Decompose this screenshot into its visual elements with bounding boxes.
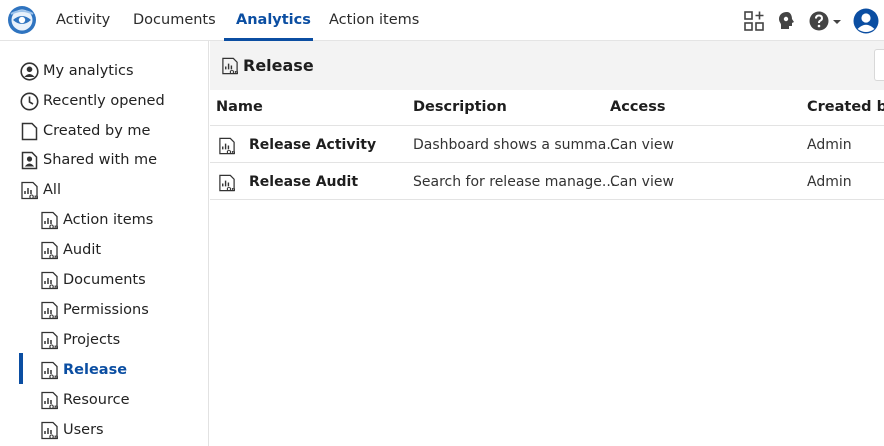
- row-access: Can view: [610, 174, 674, 190]
- report-icon: On: [219, 174, 236, 193]
- app-switcher-icon[interactable]: [743, 10, 765, 32]
- sidebar-item-label: Resource: [63, 392, 130, 408]
- report-icon: On: [222, 57, 239, 76]
- sidebar-item-label: Documents: [63, 272, 146, 288]
- svg-text:On: On: [49, 404, 58, 410]
- sidebar-item-label: Created by me: [43, 123, 151, 139]
- search-box[interactable]: [874, 49, 884, 81]
- sidebar-folder-documents[interactable]: On Documents: [40, 267, 146, 293]
- sidebar-item-shared-with-me[interactable]: Shared with me: [20, 147, 157, 173]
- learning-icon[interactable]: [776, 10, 798, 32]
- sidebar-item-label: Projects: [63, 332, 121, 348]
- sidebar-folder-users[interactable]: On Users: [40, 417, 104, 443]
- row-name[interactable]: Release Audit: [249, 174, 358, 190]
- svg-text:On: On: [49, 374, 58, 380]
- report-icon: On: [219, 137, 236, 156]
- active-item-indicator: [19, 353, 23, 384]
- row-description: Search for release manage...: [413, 174, 616, 190]
- app-logo[interactable]: [7, 5, 37, 35]
- svg-text:On: On: [49, 284, 58, 290]
- report-icon: On: [41, 301, 58, 320]
- sidebar-item-label: Release: [63, 362, 128, 378]
- row-access: Can view: [610, 137, 674, 153]
- main-content: On Release Name Description Access Creat…: [210, 41, 884, 446]
- report-icon: On: [41, 211, 58, 230]
- help-icon[interactable]: [808, 10, 830, 32]
- column-header-created-by[interactable]: Created by: [807, 99, 884, 115]
- row-divider: [210, 199, 884, 200]
- sidebar-item-label: Permissions: [63, 302, 149, 318]
- clock-icon: [20, 92, 39, 110]
- sidebar-folder-action-items[interactable]: On Action items: [40, 207, 153, 233]
- document-icon: [21, 122, 38, 140]
- row-description: Dashboard shows a summa...: [413, 137, 620, 153]
- sidebar-item-label: Recently opened: [43, 93, 165, 109]
- report-icon: On: [41, 331, 58, 350]
- page-header: On Release: [210, 41, 884, 90]
- svg-text:On: On: [49, 254, 58, 260]
- sidebar-item-my-analytics[interactable]: My analytics: [20, 58, 134, 84]
- sidebar-item-label: Users: [63, 422, 104, 438]
- sidebar-item-recently-opened[interactable]: Recently opened: [20, 88, 165, 114]
- svg-text:On: On: [29, 194, 38, 200]
- row-created-by: Admin: [807, 174, 852, 190]
- sidebar-item-label: Action items: [63, 212, 154, 228]
- sidebar: My analytics Recently opened Created by …: [0, 41, 209, 446]
- sidebar-item-created-by-me[interactable]: Created by me: [20, 118, 150, 144]
- tab-analytics[interactable]: Analytics: [236, 0, 311, 41]
- report-icon: On: [41, 271, 58, 290]
- sidebar-folder-projects[interactable]: On Projects: [40, 327, 120, 353]
- svg-text:On: On: [230, 70, 239, 76]
- tab-documents[interactable]: Documents: [133, 0, 216, 41]
- svg-text:On: On: [49, 224, 58, 230]
- row-name[interactable]: Release Activity: [249, 137, 376, 153]
- sidebar-item-label: My analytics: [43, 63, 134, 79]
- svg-text:On: On: [49, 434, 58, 440]
- sidebar-item-label: Audit: [63, 242, 102, 258]
- report-icon: On: [41, 421, 58, 440]
- sidebar-item-label: All: [43, 182, 61, 198]
- report-icon: On: [41, 361, 58, 380]
- report-icon: On: [41, 391, 58, 410]
- row-divider: [210, 162, 884, 163]
- sidebar-item-label: Shared with me: [43, 152, 158, 168]
- svg-text:On: On: [49, 344, 58, 350]
- row-created-by: Admin: [807, 137, 852, 153]
- top-nav-bar: Activity Documents Analytics Action item…: [0, 0, 884, 41]
- sidebar-folder-permissions[interactable]: On Permissions: [40, 297, 149, 323]
- user-circle-icon: [20, 61, 39, 81]
- tab-action-items[interactable]: Action items: [329, 0, 419, 41]
- column-header-description[interactable]: Description: [413, 99, 507, 115]
- sidebar-folder-resource[interactable]: On Resource: [40, 387, 130, 413]
- svg-text:On: On: [49, 314, 58, 320]
- svg-text:On: On: [227, 187, 236, 193]
- shared-document-icon: [21, 151, 38, 169]
- header-divider: [210, 125, 884, 126]
- avatar-icon[interactable]: [853, 8, 879, 34]
- report-icon: On: [21, 181, 38, 200]
- sidebar-folder-release[interactable]: On Release: [40, 357, 127, 383]
- report-icon: On: [41, 241, 58, 260]
- svg-text:On: On: [227, 150, 236, 156]
- tab-activity[interactable]: Activity: [56, 0, 110, 41]
- chevron-down-icon[interactable]: [831, 10, 843, 32]
- sidebar-item-all[interactable]: On All: [20, 177, 61, 203]
- sidebar-folder-audit[interactable]: On Audit: [40, 237, 101, 263]
- page-title: Release: [243, 56, 314, 75]
- column-header-name[interactable]: Name: [216, 99, 263, 115]
- column-header-access[interactable]: Access: [610, 99, 666, 115]
